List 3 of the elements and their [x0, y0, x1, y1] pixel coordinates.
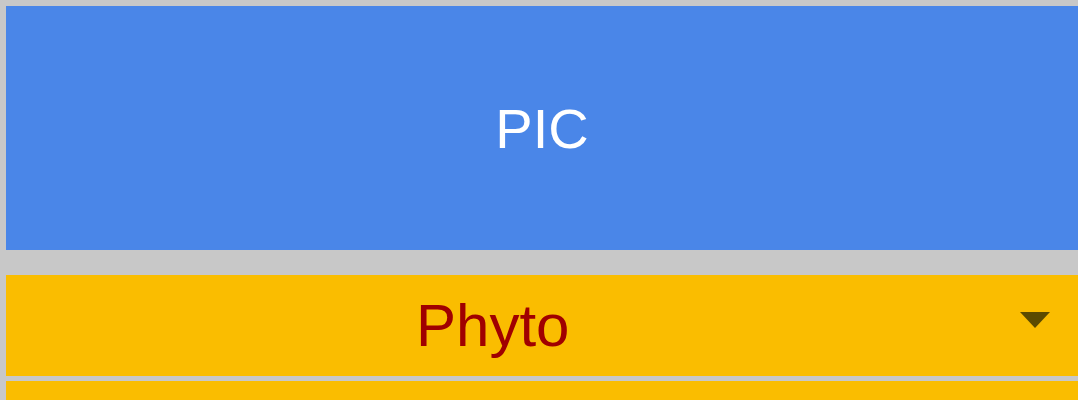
header-label: PIC	[495, 95, 589, 161]
dropdown[interactable]: Phyto	[6, 275, 1078, 376]
caret-icon	[1020, 312, 1050, 329]
